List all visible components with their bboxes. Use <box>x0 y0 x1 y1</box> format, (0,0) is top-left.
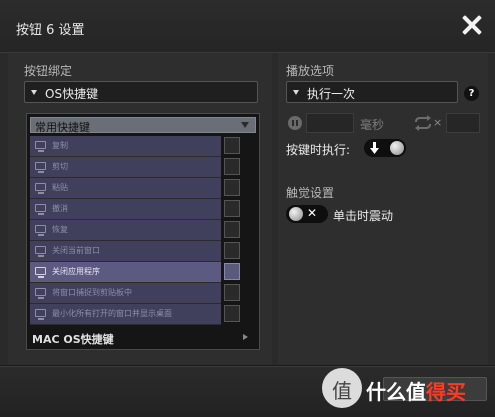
vibrate-label: 单击时震动 <box>333 209 394 223</box>
repeat-count-field[interactable] <box>446 113 480 133</box>
list-item-label: 最小化所有打开的窗口并显示桌面 <box>52 309 172 318</box>
binding-label: 按钮绑定 <box>24 64 73 78</box>
list-item-selected[interactable]: 关闭应用程序 <box>30 262 256 283</box>
watermark-logo-glyph: 值 <box>332 379 352 403</box>
dropdown-arrow-icon <box>31 90 37 95</box>
list-item[interactable]: 最小化所有打开的窗口并显示桌面 <box>30 304 256 325</box>
dropdown-arrow-icon <box>293 90 299 95</box>
monitor-icon <box>35 204 46 215</box>
vibrate-toggle[interactable]: ✕ <box>286 205 328 223</box>
list-item[interactable]: 复制 <box>30 136 256 157</box>
item-checkbox[interactable] <box>224 284 240 301</box>
while-pressed-label: 按键时执行: <box>286 143 351 157</box>
toggle-knob <box>289 207 303 221</box>
shortcut-list: 常用快捷键 复制 剪切 粘贴 撤消 恢复 关闭当前窗口 关闭应用程序 将窗口捕捉… <box>26 113 260 350</box>
list-item-label: 撤消 <box>52 204 68 213</box>
watermark-text: 什么值得买 <box>366 376 466 405</box>
monitor-icon <box>35 183 46 194</box>
category-label: 常用快捷键 <box>35 121 90 134</box>
binding-value: OS快捷键 <box>45 87 99 101</box>
list-item[interactable]: 撤消 <box>30 199 256 220</box>
item-checkbox[interactable] <box>224 263 240 280</box>
item-checkbox[interactable] <box>224 200 240 217</box>
item-checkbox[interactable] <box>224 158 240 175</box>
ms-unit: 毫秒 <box>360 118 385 132</box>
list-item[interactable]: 恢复 <box>30 220 256 241</box>
close-x-icon: ✕ <box>307 206 318 220</box>
help-icon[interactable]: ? <box>464 86 479 101</box>
monitor-icon <box>35 267 46 278</box>
haptic-label: 触觉设置 <box>286 186 335 200</box>
monitor-icon <box>35 309 46 320</box>
toggle-knob <box>390 141 404 155</box>
watermark-text-red: 得买 <box>426 380 466 404</box>
delay-ms-field[interactable] <box>306 113 354 133</box>
list-item-label: 恢复 <box>52 225 68 234</box>
list-item[interactable]: 剪切 <box>30 157 256 178</box>
playback-value: 执行一次 <box>307 87 356 101</box>
category-dropdown[interactable]: 常用快捷键 <box>30 117 256 134</box>
binding-dropdown[interactable]: OS快捷键 <box>24 81 258 103</box>
arrow-down-icon <box>370 142 379 154</box>
list-item-label: 将窗口捕捉到剪贴板中 <box>52 288 132 297</box>
playback-label: 播放选项 <box>286 64 335 78</box>
item-checkbox[interactable] <box>224 305 240 322</box>
close-icon[interactable] <box>461 14 483 36</box>
item-checkbox[interactable] <box>224 221 240 238</box>
item-checkbox[interactable] <box>224 137 240 154</box>
repeat-icon <box>415 115 431 131</box>
list-item[interactable]: 将窗口捕捉到剪贴板中 <box>30 283 256 304</box>
chevron-right-icon <box>243 334 248 340</box>
monitor-icon <box>35 141 46 152</box>
playback-dropdown[interactable]: 执行一次 <box>286 81 458 103</box>
monitor-icon <box>35 288 46 299</box>
list-item-label: 剪切 <box>52 162 68 171</box>
monitor-icon <box>35 162 46 173</box>
dialog-title: 按钮 6 设置 <box>16 23 85 38</box>
while-pressed-toggle[interactable] <box>364 139 406 157</box>
chevron-down-icon <box>241 122 249 128</box>
title-bar: 按钮 6 设置 <box>0 0 495 53</box>
list-item-label: 粘贴 <box>52 183 68 192</box>
list-item-label: 复制 <box>52 141 68 150</box>
times-icon: × <box>433 116 443 129</box>
watermark-text-white: 什么值 <box>366 380 426 404</box>
pause-icon <box>288 116 302 130</box>
item-checkbox[interactable] <box>224 242 240 259</box>
list-item-label: 关闭应用程序 <box>52 267 100 276</box>
list-item[interactable]: 粘贴 <box>30 178 256 199</box>
monitor-icon <box>35 246 46 257</box>
mac-os-category[interactable]: MAC OS快捷键 <box>30 328 256 346</box>
monitor-icon <box>35 225 46 236</box>
item-checkbox[interactable] <box>224 179 240 196</box>
mac-os-category-label: MAC OS快捷键 <box>32 333 114 346</box>
list-item-label: 关闭当前窗口 <box>52 246 100 255</box>
list-item[interactable]: 关闭当前窗口 <box>30 241 256 262</box>
watermark-logo: 值 <box>322 368 362 408</box>
